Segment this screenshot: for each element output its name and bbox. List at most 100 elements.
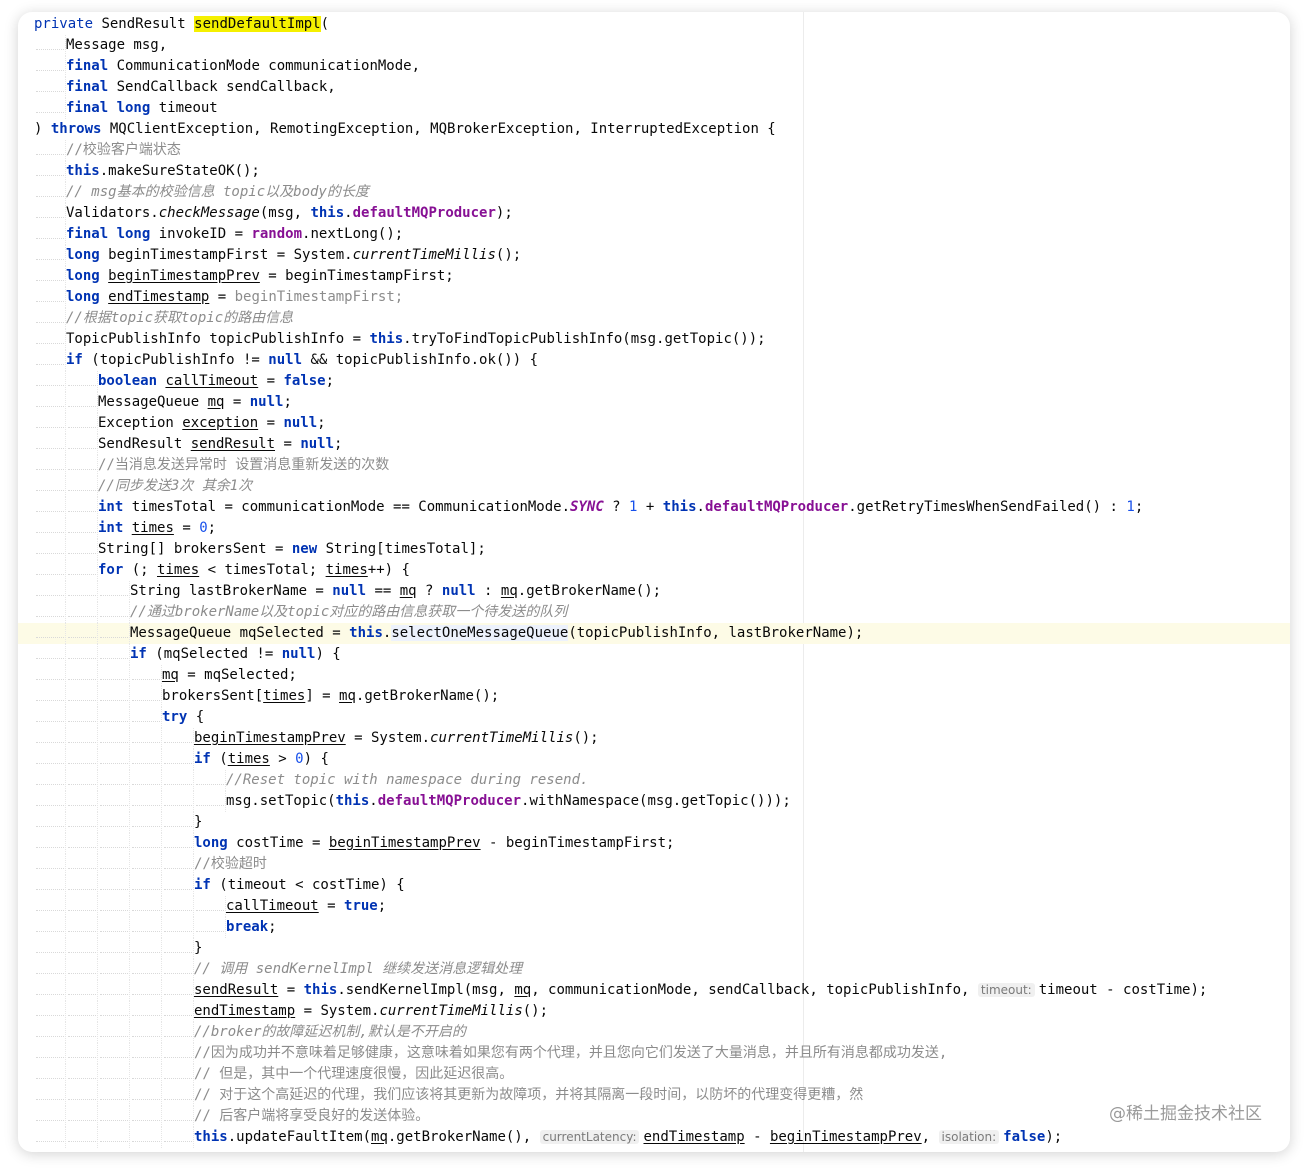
code-line[interactable]: //Reset topic with namespace during rese… — [18, 770, 1290, 791]
code-line[interactable]: String[] brokersSent = new String[timesT… — [18, 539, 1290, 560]
code-line[interactable]: this.updateFaultItem(mq.getBrokerName(),… — [18, 1127, 1290, 1148]
indent-guide — [130, 938, 162, 959]
code-token: SendResult — [93, 16, 195, 32]
code-token: = mqSelected; — [178, 667, 297, 683]
code-line[interactable]: Exception exception = null; — [18, 413, 1290, 434]
code-token: null — [281, 646, 316, 662]
code-line[interactable]: // 但是，其中一个代理速度很慢，因此延迟很高。 — [18, 1064, 1290, 1085]
code-line[interactable]: long beginTimestampPrev = beginTimestamp… — [18, 266, 1290, 287]
code-line[interactable]: // 调用 sendKernelImpl 继续发送消息逻辑处理 — [18, 959, 1290, 980]
code-line[interactable]: mq = mqSelected; — [18, 665, 1290, 686]
indent-guide — [98, 581, 130, 602]
code-line[interactable]: String lastBrokerName = null == mq ? nul… — [18, 581, 1290, 602]
code-token: long — [194, 835, 228, 851]
code-line[interactable]: } — [18, 938, 1290, 959]
code-line[interactable]: this.makeSureStateOK(); — [18, 161, 1290, 182]
code-token: ; — [207, 520, 217, 536]
code-line[interactable]: sendResult = this.sendKernelImpl(msg, mq… — [18, 980, 1290, 1001]
code-line[interactable]: //校验超时 — [18, 854, 1290, 875]
code-line[interactable]: } — [18, 812, 1290, 833]
code-line[interactable]: final long timeout — [18, 98, 1290, 119]
indent-guide — [98, 1106, 130, 1127]
code-token: Validators. — [66, 205, 159, 221]
indent-guide — [66, 1022, 98, 1043]
code-token: mq — [339, 688, 356, 704]
code-line[interactable]: //当消息发送异常时 设置消息重新发送的次数 — [18, 455, 1290, 476]
indent-guide — [34, 182, 66, 203]
code-line[interactable]: if (topicPublishInfo != null && topicPub… — [18, 350, 1290, 371]
indent-guide — [162, 875, 194, 896]
code-line[interactable]: ) throws MQClientException, RemotingExce… — [18, 119, 1290, 140]
code-line[interactable]: long costTime = beginTimestampPrev - beg… — [18, 833, 1290, 854]
code-token: mq — [500, 583, 518, 599]
code-line[interactable]: beginTimestampPrev = System.currentTimeM… — [18, 728, 1290, 749]
code-line[interactable]: //通过brokerName以及topic对应的路由信息获取一个待发送的队列 — [18, 602, 1290, 623]
indent-guide — [162, 1001, 194, 1022]
code-line[interactable]: private SendResult sendDefaultImpl( — [18, 14, 1290, 35]
indent-guide — [162, 749, 194, 770]
code-token: MQClientException, RemotingException, MQ… — [101, 121, 776, 137]
code-line[interactable]: MessageQueue mq = null; — [18, 392, 1290, 413]
code-line[interactable]: //broker的故障延迟机制,默认是不开启的 — [18, 1022, 1290, 1043]
code-line[interactable]: MessageQueue mqSelected = this.selectOne… — [18, 623, 1290, 644]
code-line[interactable]: int times = 0; — [18, 518, 1290, 539]
code-line[interactable]: TopicPublishInfo topicPublishInfo = this… — [18, 329, 1290, 350]
indent-guide — [130, 770, 162, 791]
indent-guide — [98, 1001, 130, 1022]
code-line[interactable]: //同步发送3次 其余1次 — [18, 476, 1290, 497]
indent-guide — [66, 854, 98, 875]
code-line[interactable]: if (times > 0) { — [18, 749, 1290, 770]
code-line[interactable]: SendResult sendResult = null; — [18, 434, 1290, 455]
indent-guide — [162, 728, 194, 749]
indent-guide — [66, 560, 98, 581]
code-token: .sendKernelImpl(msg, — [337, 982, 515, 998]
code-token: // 后客户端将享受良好的发送体验。 — [194, 1108, 430, 1124]
code-line[interactable]: endTimestamp = System.currentTimeMillis(… — [18, 1001, 1290, 1022]
code-token: false — [283, 373, 326, 389]
indent-guide — [34, 35, 66, 56]
code-line[interactable]: if (timeout < costTime) { — [18, 875, 1290, 896]
indent-guide — [34, 938, 66, 959]
code-line[interactable]: if (mqSelected != null) { — [18, 644, 1290, 665]
code-line[interactable]: break; — [18, 917, 1290, 938]
indent-guide — [98, 602, 130, 623]
indent-guide — [34, 812, 66, 833]
code-token: SendCallback sendCallback, — [108, 79, 336, 95]
code-token: //校验超时 — [194, 856, 267, 872]
code-token: callTimeout — [226, 898, 319, 914]
code-line[interactable]: //校验客户端状态 — [18, 140, 1290, 161]
code-token: if — [66, 352, 83, 368]
code-line[interactable]: msg.setTopic(this.defaultMQProducer.with… — [18, 791, 1290, 812]
code-line[interactable]: for (; times < timesTotal; times++) { — [18, 560, 1290, 581]
code-line[interactable]: int timesTotal = communicationMode == Co… — [18, 497, 1290, 518]
indent-guide — [34, 728, 66, 749]
code-token: MessageQueue mqSelected = — [130, 625, 350, 641]
indent-guide — [130, 1127, 162, 1148]
code-line[interactable]: boolean callTimeout = false; — [18, 371, 1290, 392]
indent-guide — [34, 413, 66, 434]
code-line[interactable]: final CommunicationMode communicationMod… — [18, 56, 1290, 77]
code-line[interactable]: callTimeout = true; — [18, 896, 1290, 917]
code-line[interactable]: // 后客户端将享受良好的发送体验。 — [18, 1106, 1290, 1127]
code-line[interactable]: final long invokeID = random.nextLong(); — [18, 224, 1290, 245]
code-token: (msg, — [259, 205, 311, 221]
code-line[interactable]: Validators.checkMessage(msg, this.defaul… — [18, 203, 1290, 224]
code-line[interactable]: Message msg, — [18, 35, 1290, 56]
code-token: mq — [162, 667, 179, 683]
code-line[interactable]: final SendCallback sendCallback, — [18, 77, 1290, 98]
indent-guide — [34, 497, 66, 518]
indent-guide — [34, 56, 66, 77]
code-line[interactable]: try { — [18, 707, 1290, 728]
indent-guide — [34, 644, 66, 665]
code-token: .nextLong(); — [302, 226, 404, 242]
code-line[interactable]: long beginTimestampFirst = System.curren… — [18, 245, 1290, 266]
code-line[interactable]: //因为成功并不意味着足够健康，这意味着如果您有两个代理，并且您向它们发送了大量… — [18, 1043, 1290, 1064]
code-line[interactable]: //根据topic获取topic的路由信息 — [18, 308, 1290, 329]
code-line[interactable]: // msg基本的校验信息 topic以及body的长度 — [18, 182, 1290, 203]
code-token: brokersSent[ — [162, 688, 264, 704]
code-line[interactable]: brokersSent[times] = mq.getBrokerName(); — [18, 686, 1290, 707]
code-line[interactable]: // 对于这个高延迟的代理，我们应该将其更新为故障项，并将其隔离一段时间，以防坏… — [18, 1085, 1290, 1106]
code-line[interactable]: long endTimestamp = beginTimestampFirst; — [18, 287, 1290, 308]
indent-guide — [162, 1085, 194, 1106]
